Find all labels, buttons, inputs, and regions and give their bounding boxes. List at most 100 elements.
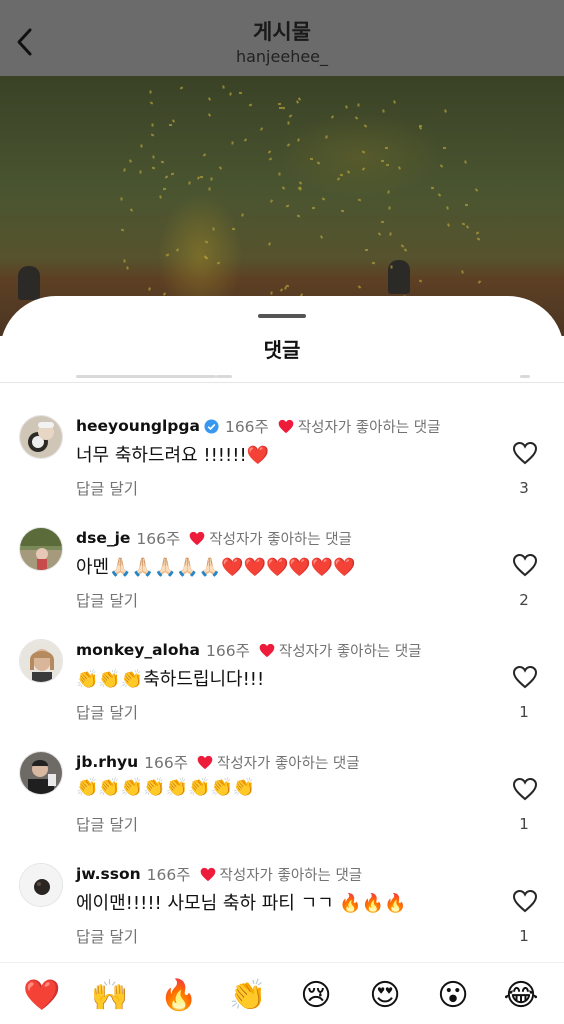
page-title: 게시물: [253, 20, 311, 44]
confetti-speck: [165, 252, 170, 257]
top-bar: 게시물 hanjeehee_: [0, 0, 564, 76]
confetti-speck: [390, 265, 393, 269]
heart-outline-icon[interactable]: [512, 553, 538, 577]
confetti-speck: [200, 175, 204, 178]
confetti-speck: [465, 204, 469, 207]
comment: jw.sson 166주 작성자가 좋아하는 댓글 에이맨!!!!! 사모님 축…: [0, 863, 564, 963]
scrolled-comment-remnant: [216, 375, 232, 378]
confetti-speck: [169, 123, 173, 126]
confetti-speck: [295, 99, 299, 104]
confetti-speck: [442, 146, 446, 149]
confetti-speck: [279, 288, 284, 292]
like-count: 1: [519, 815, 529, 833]
heart-outline-icon[interactable]: [512, 665, 538, 689]
confetti-speck: [282, 106, 286, 109]
person-figure: [18, 266, 40, 300]
confetti-speck: [287, 143, 291, 147]
confetti-speck: [344, 105, 348, 109]
confetti-speck: [346, 170, 351, 175]
confetti-speck: [285, 204, 289, 208]
confetti-speck: [269, 199, 273, 204]
heart-filled-icon: [197, 755, 213, 769]
comment-username[interactable]: heeyounglpga: [76, 417, 200, 435]
reaction-heart-emoji[interactable]: ❤️: [22, 977, 62, 1015]
confetti-speck: [336, 177, 341, 182]
heart-filled-icon: [189, 531, 205, 545]
heart-outline-icon[interactable]: [512, 889, 538, 913]
confetti-speck: [339, 174, 343, 177]
liked-by-author-label: 작성자가 좋아하는 댓글: [219, 867, 363, 884]
confetti-speck: [160, 161, 164, 164]
reply-button[interactable]: 답글 달기: [76, 477, 138, 499]
confetti-speck: [121, 228, 125, 231]
avatar[interactable]: [19, 863, 63, 907]
liked-by-author-label: 작성자가 좋아하는 댓글: [209, 531, 352, 548]
post-author-username[interactable]: hanjeehee_: [0, 47, 564, 66]
reply-button[interactable]: 답글 달기: [76, 701, 138, 723]
confetti-speck: [398, 166, 402, 170]
liked-by-author-label: 작성자가 좋아하는 댓글: [278, 643, 422, 660]
confetti-speck: [202, 153, 207, 157]
reaction-clap-emoji[interactable]: 👏: [228, 977, 268, 1015]
comment-username[interactable]: jb.rhyu: [76, 753, 138, 771]
comment: heeyounglpga 166주 작성자가 좋아하는 댓글 너무 축하드려요 …: [0, 415, 564, 515]
sheet-drag-handle[interactable]: [258, 314, 306, 318]
comment-username[interactable]: dse_je: [76, 529, 130, 547]
confetti-speck: [241, 213, 244, 217]
reaction-crying-emoji[interactable]: 😢: [296, 977, 336, 1015]
confetti-speck: [365, 248, 369, 251]
confetti-speck: [321, 197, 326, 201]
heart-outline-icon[interactable]: [512, 441, 538, 465]
confetti-speck: [361, 167, 366, 171]
confetti-speck: [217, 261, 221, 265]
confetti-speck: [164, 175, 168, 179]
reply-button[interactable]: 답글 달기: [76, 925, 138, 947]
confetti-speck: [380, 159, 385, 162]
reaction-raised-hands-emoji[interactable]: 🙌: [90, 977, 130, 1015]
confetti-speck: [163, 187, 167, 191]
avatar[interactable]: [19, 639, 63, 683]
heart-outline-icon[interactable]: [512, 777, 538, 801]
confetti-speck: [268, 157, 272, 161]
comment-time: 166주: [224, 418, 269, 436]
confetti-speck: [400, 244, 405, 249]
confetti-speck: [278, 172, 281, 176]
confetti-speck: [207, 96, 211, 101]
comment-time: 166주: [206, 642, 250, 660]
avatar[interactable]: [19, 527, 63, 571]
confetti-speck: [122, 168, 126, 172]
reaction-laughing-emoji[interactable]: 😂: [501, 977, 541, 1015]
avatar[interactable]: [19, 415, 63, 459]
like-count: 2: [519, 591, 529, 609]
confetti-speck: [219, 166, 223, 170]
confetti-speck: [340, 210, 345, 213]
confetti-speck: [249, 103, 253, 107]
confetti-speck: [357, 285, 361, 289]
reply-button[interactable]: 답글 달기: [76, 589, 138, 611]
comment-username[interactable]: jw.sson: [76, 865, 141, 883]
confetti-speck: [474, 187, 479, 192]
confetti-speck: [385, 147, 389, 150]
comment-username[interactable]: monkey_aloha: [76, 641, 200, 659]
confetti-speck: [259, 127, 264, 132]
confetti-speck: [128, 159, 132, 164]
reaction-surprised-emoji[interactable]: 😮: [433, 977, 473, 1015]
confetti-speck: [466, 225, 470, 229]
comment-meta: jb.rhyu 166주 작성자가 좋아하는 댓글: [76, 751, 360, 773]
confetti-speck: [387, 206, 391, 210]
reaction-fire-emoji[interactable]: 🔥: [159, 977, 199, 1015]
reaction-heart-eyes-emoji[interactable]: 😍: [365, 977, 405, 1015]
comment-text: 👏👏👏👏👏👏👏👏: [76, 777, 256, 798]
reply-button[interactable]: 답글 달기: [76, 813, 138, 835]
comment: jb.rhyu 166주 작성자가 좋아하는 댓글 👏👏👏👏👏👏👏👏 답글 달기…: [0, 751, 564, 851]
confetti-speck: [151, 155, 155, 159]
confetti-speck: [150, 133, 155, 137]
quick-reactions-bar: ❤️ 🙌 🔥 👏 😢 😍 😮 😂: [0, 962, 564, 1024]
confetti-speck: [171, 119, 175, 123]
confetti-speck: [299, 187, 302, 191]
confetti-speck: [382, 109, 385, 113]
confetti-speck: [148, 287, 152, 291]
confetti-speck: [387, 190, 390, 194]
confetti-speck: [298, 181, 302, 186]
avatar[interactable]: [19, 751, 63, 795]
